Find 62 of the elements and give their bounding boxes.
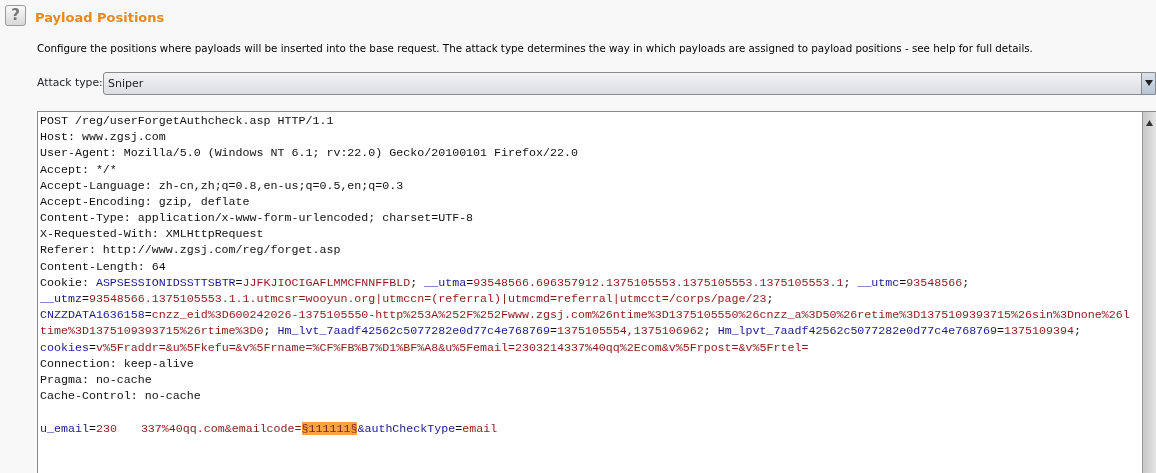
code-text: Content-Length: 64 bbox=[40, 259, 166, 273]
section-title: Payload Positions bbox=[35, 9, 165, 27]
code-text: Cache-Control: no-cache bbox=[40, 389, 201, 403]
code-text: = bbox=[144, 308, 152, 322]
code-text: ; bbox=[843, 275, 852, 289]
code-text: = bbox=[466, 275, 474, 289]
code-text: = bbox=[549, 324, 557, 338]
parameter-value: cnzz_eid%3D600242026-1375105550-http%253A%252F%252Fwww.zgsj.com%26ntime%3D1375105550%26cnzz_a%3D50%26retime%3D1375109393715%26sin%3Dnone%26l bbox=[151, 308, 1130, 322]
section-description: Configure the positions where payloads will be inserted into the base request. The attack type determines the way in which payloads are assigned to payload positions - see help for full details. bbox=[37, 40, 1034, 56]
code-text: = bbox=[997, 324, 1005, 338]
parameter-name: u_email bbox=[40, 421, 89, 435]
parameter-value: 93548566.1375105553.1.1.utmcsr=wooyun.org|utmccn=(referral)|utmcmd=referral|utmcct=/corps/page/23 bbox=[88, 292, 767, 305]
code-text: Connection: keep-alive bbox=[40, 356, 194, 370]
code-text: ; bbox=[263, 324, 272, 338]
parameter-name: &authCheckType bbox=[357, 421, 456, 435]
code-text: Accept-Language: zh-cn,zh;q=0.8,en-us;q=0.5,en;q=0.3 bbox=[40, 178, 404, 192]
help-icon[interactable]: ? bbox=[5, 5, 26, 26]
code-text: ; bbox=[410, 275, 419, 289]
parameter-value: 1375105554,1375106962 bbox=[556, 324, 704, 338]
code-text: X-Requested-With: XMLHttpRequest bbox=[40, 227, 264, 241]
parameter-value: 337%40qq.com&emailcode= bbox=[140, 421, 302, 435]
code-text: = bbox=[88, 421, 96, 435]
parameter-value: email bbox=[462, 421, 498, 435]
code-text: ; bbox=[1073, 324, 1081, 338]
scroll-up-icon bbox=[1143, 117, 1156, 128]
parameter-value: 93548566.696357912.1375105553.1375105553.1375105553.1 bbox=[473, 275, 844, 289]
code-text: User-Agent: Mozilla/5.0 (Windows NT 6.1; rv:22.0) Gecko/20100101 Firefox/22.0 bbox=[40, 146, 578, 160]
code-text: Cookie: bbox=[40, 275, 90, 289]
code-text: Referer: http://www.zgsj.com/reg/forget.asp bbox=[40, 243, 341, 257]
code-text: Host: www.zgsj.com bbox=[40, 130, 166, 144]
parameter-value: 230 bbox=[95, 421, 117, 435]
parameter-value: v%5Fraddr=&u%5Fkefu=&v%5Frname=%CF%FB%B7%D1%BF%A8&u%5Femail=2303214337%40qq%2Ecom&v%5Frpost=&v%5Frtel= bbox=[95, 340, 809, 354]
code-text: Content-Type: application/x-www-form-urlencoded; charset=UTF-8 bbox=[40, 211, 474, 225]
code-text: Pragma: no-cache bbox=[40, 372, 152, 386]
code-text: Accept: */* bbox=[40, 162, 117, 176]
attack-type-label: Attack type: bbox=[37, 75, 103, 92]
code-text: = bbox=[88, 340, 96, 354]
payload-marker: §111111§ bbox=[301, 421, 358, 435]
code-text: ; bbox=[766, 292, 774, 305]
parameter-value: 1375109394 bbox=[1004, 324, 1074, 338]
code-text: = bbox=[899, 275, 907, 289]
attack-type-dropdown[interactable]: Sniper bbox=[103, 71, 1156, 95]
parameter-name: __utmz bbox=[40, 292, 82, 305]
parameter-name: ASPSESSIONIDSSTTSBTR bbox=[95, 275, 236, 289]
parameter-value: time%3D1375109393715%26rtime%3D0 bbox=[40, 324, 264, 338]
parameter-value: JJFKJIOCIGAFLMMCFNNFFBLD bbox=[242, 275, 411, 289]
parameter-name: CNZZDATA1636158 bbox=[40, 308, 145, 322]
parameter-name: cookies bbox=[40, 340, 89, 354]
code-text: = bbox=[455, 421, 463, 435]
parameter-value: 93548566 bbox=[906, 275, 963, 289]
scrollbar[interactable] bbox=[1142, 111, 1156, 473]
parameter-name: __utmc bbox=[857, 275, 900, 289]
code-text: = bbox=[81, 292, 89, 305]
parameter-name: __utma bbox=[424, 275, 467, 289]
parameter-name: Hm_lpvt_7aadf42562c5077282e0d77c4e768769 bbox=[717, 324, 998, 338]
code-text: POST /reg/userForgetAuthcheck.asp HTTP/1.1 bbox=[40, 113, 334, 127]
parameter-name: Hm_lvt_7aadf42562c5077282e0d77c4e768769 bbox=[277, 324, 550, 338]
code-text: = bbox=[235, 275, 243, 289]
caret-icon bbox=[1144, 80, 1153, 87]
code-text: ; bbox=[962, 275, 970, 289]
code-text: Accept-Encoding: gzip, deflate bbox=[40, 194, 250, 208]
code-text: ; bbox=[703, 324, 712, 338]
